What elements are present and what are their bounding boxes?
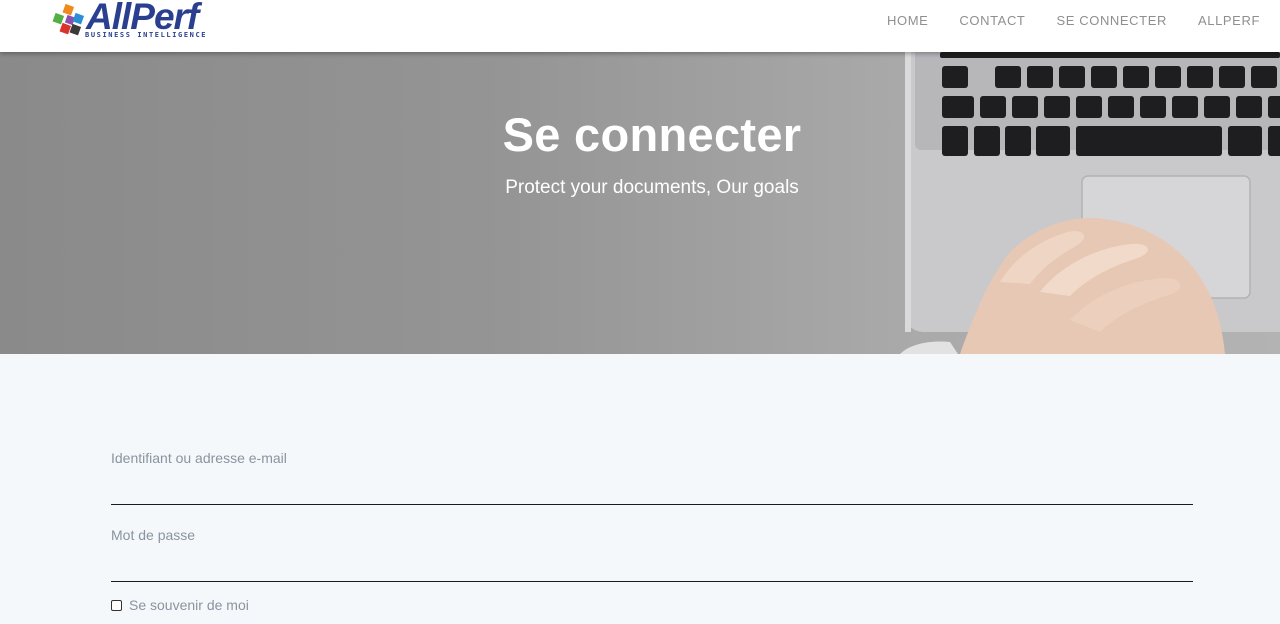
nav-allperf[interactable]: ALLPERF: [1198, 13, 1260, 29]
logo-mark-icon: [52, 4, 85, 36]
password-field-group: Mot de passe: [111, 527, 1193, 582]
site-header: AllPerf BUSINESS INTELLIGENCE HOME CONTA…: [0, 0, 1280, 52]
nav-se-connecter[interactable]: SE CONNECTER: [1056, 13, 1167, 29]
hero-laptop-image: [900, 52, 1280, 354]
remember-me-label[interactable]: Se souvenir de moi: [129, 597, 249, 613]
remember-me-checkbox[interactable]: [111, 599, 122, 611]
hero-subtitle: Protect your documents, Our goals: [505, 177, 799, 198]
password-label: Mot de passe: [111, 527, 196, 543]
remember-me-row: Se souvenir de moi: [111, 597, 249, 613]
username-field-group: Identifiant ou adresse e-mail: [111, 450, 1193, 505]
username-input[interactable]: [111, 468, 1193, 505]
logo-wordmark: AllPerf: [86, 0, 199, 37]
main-nav: HOME CONTACT SE CONNECTER ALLPERF: [887, 13, 1280, 29]
hero-title: Se connecter: [502, 108, 802, 161]
allperf-logo[interactable]: AllPerf BUSINESS INTELLIGENCE: [50, 0, 220, 44]
logo-tagline: BUSINESS INTELLIGENCE: [85, 31, 208, 39]
password-input[interactable]: [111, 545, 1193, 582]
nav-contact[interactable]: CONTACT: [959, 13, 1025, 29]
username-label: Identifiant ou adresse e-mail: [111, 450, 287, 466]
nav-home[interactable]: HOME: [887, 13, 928, 29]
hero-banner: Se connecter Protect your documents, Our…: [0, 52, 1280, 354]
